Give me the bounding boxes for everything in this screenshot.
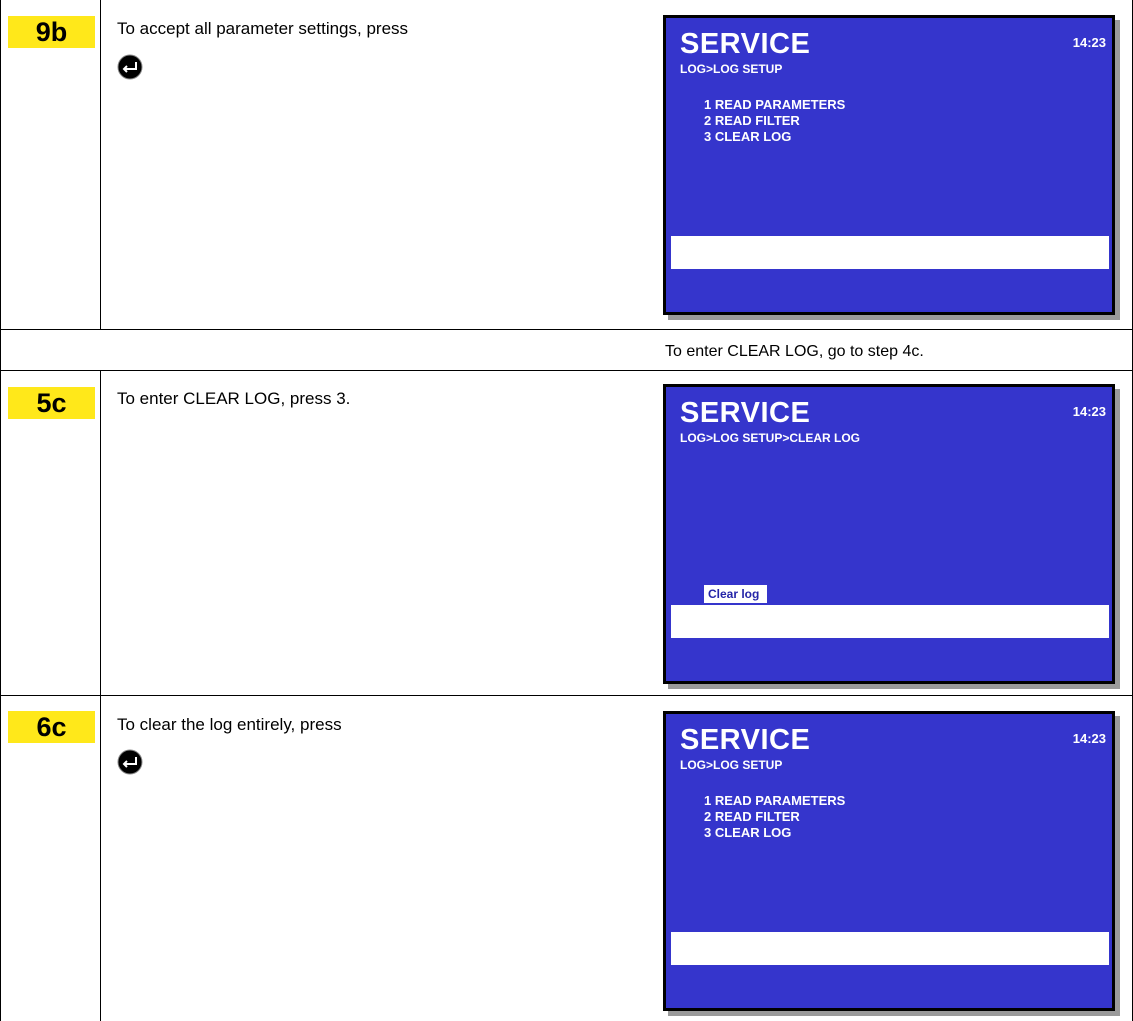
service-screen: SERVICE 14:23 LOG>LOG SETUP>CLEAR LOG Cl… <box>663 384 1115 684</box>
table-row-divider <box>0 695 1133 696</box>
status-bar <box>671 236 1109 269</box>
status-bar <box>671 605 1109 638</box>
clear-log-option[interactable]: Clear log <box>704 585 768 603</box>
table-column-divider <box>100 0 101 329</box>
note-text: To enter CLEAR LOG, go to step 4c. <box>665 343 924 360</box>
enter-key-icon <box>117 749 143 775</box>
status-bar <box>671 932 1109 965</box>
table-column-divider <box>100 370 101 695</box>
screen-title: SERVICE <box>680 724 811 756</box>
screen-clock: 14:23 <box>1072 731 1106 746</box>
step-label: 6c <box>8 711 95 743</box>
enter-key-icon <box>117 54 143 80</box>
menu-list: 1 READ PARAMETERS 2 READ FILTER 3 CLEAR … <box>704 793 845 841</box>
step-label: 5c <box>8 387 95 419</box>
screen-title: SERVICE <box>680 28 811 60</box>
breadcrumb: LOG>LOG SETUP <box>680 758 783 772</box>
menu-item-read-parameters[interactable]: 1 READ PARAMETERS <box>704 97 845 113</box>
step-label: 9b <box>8 16 95 48</box>
instruction-text: To enter CLEAR LOG, press 3. <box>117 389 351 408</box>
service-screen: SERVICE 14:23 LOG>LOG SETUP 1 READ PARAM… <box>663 15 1115 315</box>
table-column-divider <box>100 695 101 1021</box>
screen-clock: 14:23 <box>1072 404 1106 419</box>
instruction-text: To accept all parameter settings, press <box>117 19 409 38</box>
table-border-left <box>0 0 1 1021</box>
menu-item-clear-log[interactable]: 3 CLEAR LOG <box>704 825 845 841</box>
menu-item-read-parameters[interactable]: 1 READ PARAMETERS <box>704 793 845 809</box>
menu-item-clear-log[interactable]: 3 CLEAR LOG <box>704 129 845 145</box>
menu-item-read-filter[interactable]: 2 READ FILTER <box>704 113 845 129</box>
menu-list: 1 READ PARAMETERS 2 READ FILTER 3 CLEAR … <box>704 97 845 145</box>
breadcrumb: LOG>LOG SETUP <box>680 62 783 76</box>
service-screen: SERVICE 14:23 LOG>LOG SETUP 1 READ PARAM… <box>663 711 1115 1011</box>
table-row-divider <box>0 370 1133 371</box>
menu-item-read-filter[interactable]: 2 READ FILTER <box>704 809 845 825</box>
breadcrumb: LOG>LOG SETUP>CLEAR LOG <box>680 431 861 445</box>
screen-title: SERVICE <box>680 397 811 429</box>
table-row-divider <box>0 329 1133 330</box>
instruction-text: To clear the log entirely, press <box>117 715 342 734</box>
screen-clock: 14:23 <box>1072 35 1106 50</box>
